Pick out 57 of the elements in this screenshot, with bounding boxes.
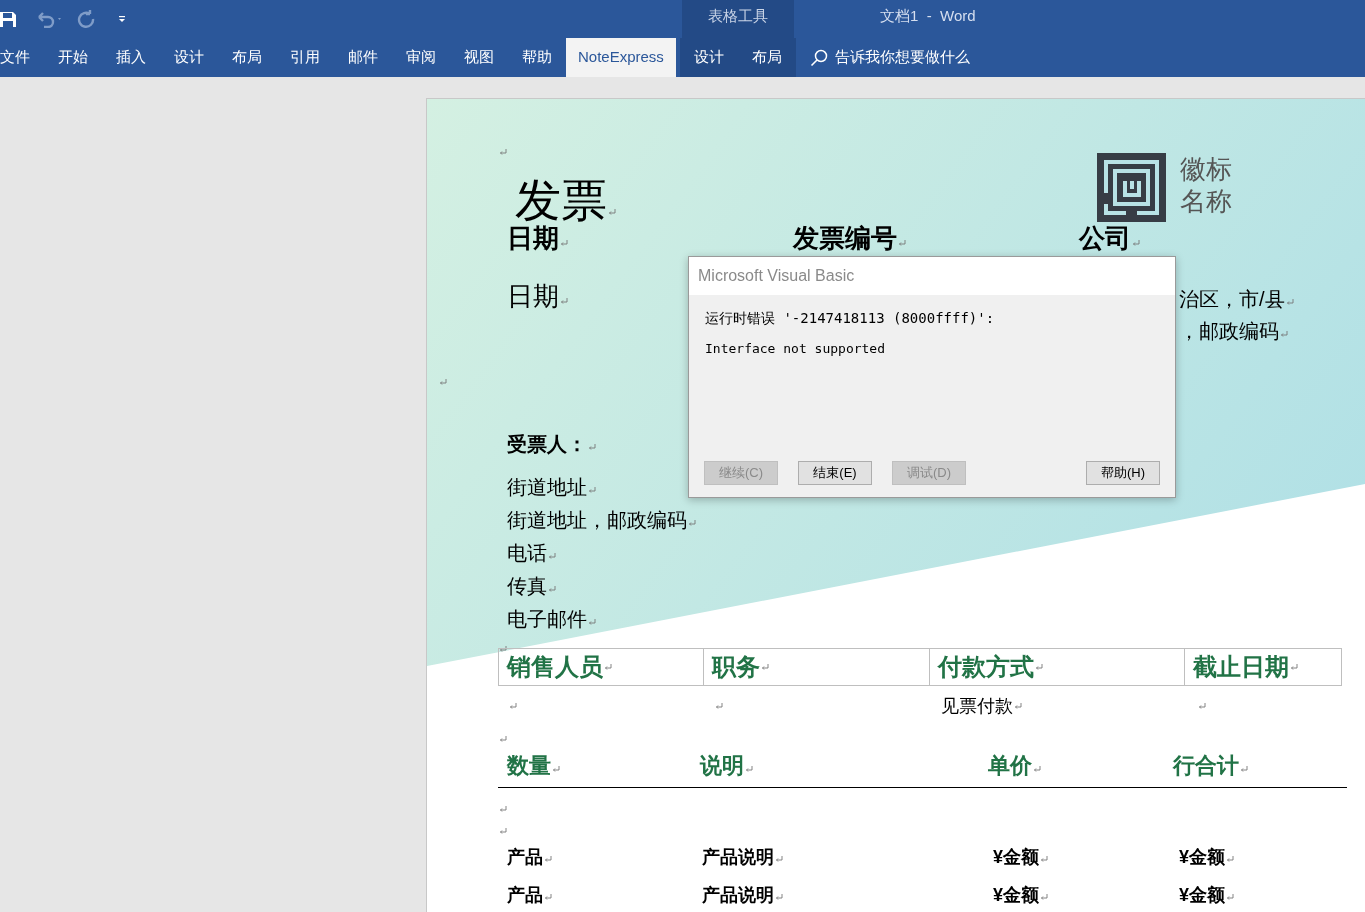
field-heading: 发票编号 [793,223,897,253]
error-message: 运行时错误 '-2147418113 (8000ffff)': [705,309,996,327]
table-cell: 产品 [507,884,543,905]
date-value: 日期 [507,281,559,311]
table-cell-text: 见票付款 [941,694,1013,718]
logo-placeholder-text: 徽标 [1180,153,1232,185]
address-line: 治区，市/县 [1179,288,1285,310]
save-icon[interactable] [0,10,17,28]
table-cell: 产品说明 [702,846,774,867]
context-tab-group-label: 表格工具 [707,6,769,26]
table-header-cell: 截止日期 [1184,648,1342,686]
table-cell: 产品说明 [702,884,774,905]
dialog-title: Microsoft Visual Basic [698,266,855,286]
address-line: 街道地址，邮政编码 [507,509,687,531]
table-cell: ¥金额 [1179,884,1225,905]
document-title: 发票 [515,174,607,226]
dialog-button[interactable]: 结束(E) [798,461,872,485]
redo-icon[interactable] [77,10,95,28]
table-cell: 产品 [507,846,543,867]
logo-placeholder-text: 名称 [1180,185,1232,217]
undo-icon[interactable] [35,10,63,28]
address-line: ，邮政编码 [1179,320,1279,342]
column-heading: 单价 [988,753,1033,778]
tell-me-search[interactable]: 告诉我你想要做什么 [795,38,984,77]
column-heading: 说明 [700,753,745,778]
bill-to-heading: 受票人： [507,433,587,455]
ribbon-tab[interactable]: 开始 [44,38,102,77]
table-cell: ¥金额 [993,884,1039,905]
window-title: 文档1 - Word [880,6,976,26]
ribbon-tab[interactable]: 帮助 [508,38,566,77]
ribbon-tab[interactable]: 引用 [276,38,334,77]
address-line: 传真 [507,575,547,597]
ribbon-tab[interactable]: NoteExpress [566,38,676,77]
ribbon-tab[interactable]: 视图 [450,38,508,77]
field-heading: 日期 [507,223,559,253]
column-heading: 数量 [507,753,551,778]
ribbon-tab[interactable]: 插入 [102,38,160,77]
search-icon [809,48,828,67]
table-header-cell: 销售人员 [498,648,704,686]
ribbon-tab[interactable]: 文件 [0,38,44,77]
table-header-cell: 职务 [703,648,930,686]
address-line: 电子邮件 [507,608,587,630]
error-detail: Interface not supported [705,341,886,357]
ribbon-tab[interactable]: 布局 [218,38,276,77]
ribbon-tab[interactable]: 设计 [160,38,218,77]
table-header-cell: 付款方式 [929,648,1185,686]
ribbon-tab[interactable]: 审阅 [392,38,450,77]
dialog-button[interactable]: 帮助(H) [1086,461,1160,485]
address-line: 街道地址 [507,476,587,498]
address-line: 电话 [507,542,547,564]
ribbon-tab[interactable]: 邮件 [334,38,392,77]
table-cell: ¥金额 [993,846,1039,867]
column-heading: 行合计 [1172,753,1239,778]
customize-toolbar-icon[interactable] [117,14,127,24]
field-heading: 公司 [1079,223,1131,253]
logo-icon [1097,153,1166,222]
table-cell: ¥金额 [1179,846,1225,867]
